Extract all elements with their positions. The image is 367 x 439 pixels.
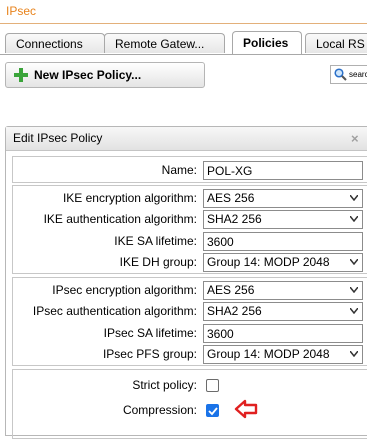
ipsec-encryption-select[interactable]: AES 256 [203,281,363,300]
new-ipsec-policy-label: New IPsec Policy... [34,68,142,82]
ipsec-pfs-group-value: Group 14: MODP 2048 [207,347,330,361]
tabs-divider [0,54,367,55]
search-placeholder: search [349,70,367,79]
ike-dh-group-value: Group 14: MODP 2048 [207,255,330,269]
ike-group: IKE encryption algorithm: AES 256 IKE au… [12,185,367,274]
chevron-down-icon [350,216,358,222]
ipsec-encryption-value: AES 256 [207,283,255,297]
window-title: IPsec [6,4,37,18]
ike-dh-group-label: IKE DH group: [119,255,197,269]
chevron-down-icon [350,308,358,314]
ike-dh-group-select[interactable]: Group 14: MODP 2048 [203,253,363,272]
chevron-down-icon [350,287,358,293]
new-ipsec-policy-button[interactable]: New IPsec Policy... [5,62,205,88]
name-label: Name: [161,163,197,177]
search-input[interactable]: search [330,65,367,84]
tab-remote-gateways[interactable]: Remote Gatew... [104,33,225,53]
ike-encryption-label: IKE encryption algorithm: [62,191,197,205]
ike-encryption-select[interactable]: AES 256 [203,189,363,208]
tab-policies[interactable]: Policies [232,31,302,55]
red-arrow-icon [234,399,258,419]
name-field[interactable] [203,161,363,180]
ipsec-encryption-label: IPsec encryption algorithm: [52,283,197,297]
name-group: Name: [12,156,367,183]
dialog-header: Edit IPsec Policy × [6,127,367,151]
strict-policy-label: Strict policy: [132,378,197,392]
ipsec-authentication-label: IPsec authentication algorithm: [32,304,197,318]
ike-authentication-select[interactable]: SHA2 256 [203,210,363,229]
ipsec-group: IPsec encryption algorithm: AES 256 IPse… [12,277,367,366]
compression-checkbox[interactable] [206,404,219,417]
title-divider [0,23,367,24]
ike-encryption-value: AES 256 [207,191,255,205]
ipsec-authentication-value: SHA2 256 [207,304,262,318]
checkmark-icon [208,407,218,416]
options-group: Strict policy: Compression: [12,369,367,439]
ike-authentication-label: IKE authentication algorithm: [43,212,197,226]
tab-bar: Connections Remote Gatew... Policies Loc… [0,31,367,55]
ike-sa-lifetime-field[interactable] [203,232,363,251]
ipsec-pfs-group-select[interactable]: Group 14: MODP 2048 [203,345,363,364]
ike-authentication-value: SHA2 256 [207,212,262,226]
chevron-down-icon [350,351,358,357]
magnifier-icon [334,68,347,81]
close-icon[interactable]: × [351,131,359,146]
compression-label: Compression: [122,403,197,417]
tab-local-rsa[interactable]: Local RS [305,33,367,53]
chevron-down-icon [350,195,358,201]
strict-policy-checkbox[interactable] [206,379,219,392]
dialog-title: Edit IPsec Policy [13,131,103,145]
ike-sa-lifetime-label: IKE SA lifetime: [114,234,197,248]
ipsec-pfs-group-label: IPsec PFS group: [102,347,197,361]
ipsec-authentication-select[interactable]: SHA2 256 [203,302,363,321]
edit-ipsec-policy-dialog: Edit IPsec Policy × Name: IKE encryption… [5,126,367,439]
plus-icon [14,68,28,82]
ipsec-sa-lifetime-field[interactable] [203,324,363,343]
tab-connections[interactable]: Connections [5,33,105,53]
ipsec-sa-lifetime-label: IPsec SA lifetime: [103,326,197,340]
chevron-down-icon [350,259,358,265]
